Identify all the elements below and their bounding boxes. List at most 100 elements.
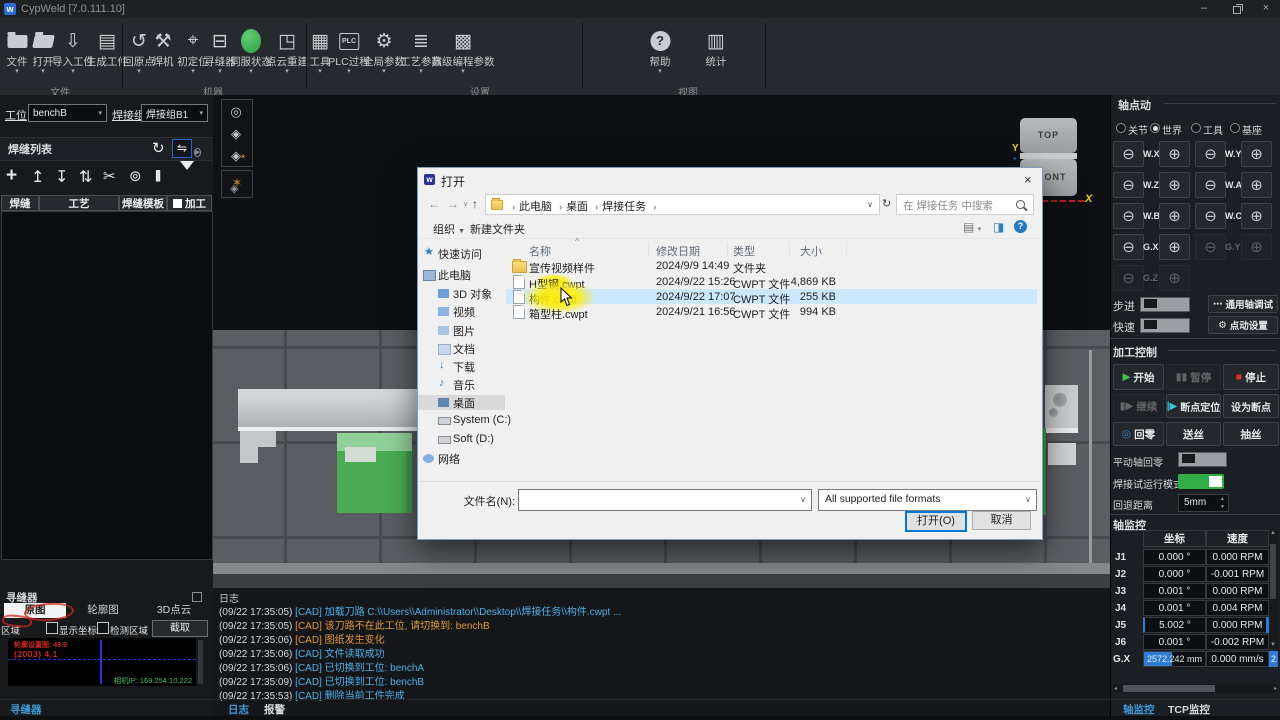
ribbon-advanced-params-button[interactable]: ▩ 高级编程参数▾: [432, 26, 495, 76]
dialog-help-icon[interactable]: ?: [1014, 220, 1027, 233]
jog-minus-button[interactable]: ⊖: [1113, 234, 1144, 260]
translation-home-slider[interactable]: [1178, 452, 1227, 467]
play-seams-icon[interactable]: ▶: [194, 141, 201, 159]
column-header-process[interactable]: 工艺: [39, 195, 119, 211]
checkbox-icon[interactable]: [173, 199, 182, 208]
address-dropdown-icon[interactable]: ∨: [867, 200, 873, 209]
tab-tcp-monitor[interactable]: TCP监控: [1168, 702, 1210, 717]
axis-debug-button[interactable]: ⋯ 通用轴调试: [1208, 295, 1278, 313]
fast-slider[interactable]: [1140, 318, 1190, 333]
column-header-type[interactable]: 类型: [733, 243, 755, 259]
jog-minus-button[interactable]: ⊖: [1113, 141, 1144, 167]
jog-plus-button[interactable]: ⊕: [1159, 234, 1190, 260]
weld-group-dropdown[interactable]: 焊接组B1▾: [141, 104, 208, 122]
wire-retract-button[interactable]: 抽丝: [1223, 422, 1279, 446]
stop-button[interactable]: ■停止: [1223, 364, 1279, 390]
filename-input[interactable]: ∨: [518, 489, 812, 511]
jog-mode-base-radio[interactable]: [1230, 123, 1240, 133]
sidebar-item-quick-access[interactable]: 快速访问: [438, 246, 482, 262]
sidebar-item-desktop[interactable]: 桌面: [453, 395, 475, 411]
cube-view-icon[interactable]: ◈: [221, 124, 251, 144]
column-divider[interactable]: [648, 242, 649, 255]
sidebar-item-documents[interactable]: 文档: [453, 341, 475, 357]
tab-log[interactable]: 日志: [228, 702, 249, 717]
sidebar-item-network[interactable]: 网络: [438, 451, 460, 467]
param-sliders-icon[interactable]: |||: [155, 168, 159, 182]
jog-mode-world-label[interactable]: 世界: [1162, 122, 1182, 137]
move-top-icon[interactable]: ↥: [31, 167, 44, 187]
minimize-button[interactable]: –: [1190, 0, 1218, 18]
scroll-thumb[interactable]: [1123, 685, 1215, 692]
jog-minus-button[interactable]: ⊖: [1195, 141, 1226, 167]
capture-button[interactable]: 截取: [152, 620, 208, 637]
monitor-horizontal-scrollbar[interactable]: ◂ ▸: [1113, 684, 1278, 693]
jog-plus-button[interactable]: ⊕: [1159, 141, 1190, 167]
column-header-name[interactable]: 名称: [529, 243, 551, 259]
scroll-left-icon[interactable]: ◂: [1114, 685, 1117, 692]
file-type-dropdown[interactable]: All supported file formats ∨: [818, 489, 1037, 511]
start-button[interactable]: ▶开始: [1113, 364, 1164, 390]
search-icon[interactable]: [1016, 200, 1025, 209]
jog-plus-button[interactable]: ⊕: [1241, 141, 1272, 167]
open-button[interactable]: 打开(O): [905, 511, 967, 532]
new-folder-button[interactable]: 新建文件夹: [470, 221, 525, 237]
ribbon-welder-button[interactable]: ⚒ 焊机: [153, 26, 174, 68]
sidebar-item-system-c[interactable]: System (C:): [453, 414, 511, 426]
search-box[interactable]: 在 焊接任务 中搜索: [896, 194, 1034, 215]
refresh-icon[interactable]: ↻: [152, 139, 165, 157]
column-header-template[interactable]: 焊缝模板: [119, 195, 167, 211]
jog-minus-button[interactable]: ⊖: [1113, 172, 1144, 198]
swap-order-icon[interactable]: ⇅: [79, 167, 92, 187]
jog-minus-button[interactable]: ⊖: [1113, 203, 1144, 229]
jog-plus-button[interactable]: ⊕: [1241, 172, 1272, 198]
restore-button[interactable]: [1222, 0, 1250, 18]
seam-finder-scrollbar[interactable]: [198, 640, 203, 684]
tab-axis-monitor[interactable]: 轴监控: [1123, 702, 1155, 717]
sidebar-item-downloads[interactable]: 下载: [453, 359, 475, 375]
address-bar[interactable]: ›此电脑 ›桌面 ›焊接任务 › ∨: [485, 194, 880, 215]
workpiece-view-icon[interactable]: ◈✶: [221, 146, 251, 166]
close-button[interactable]: ×: [1252, 0, 1280, 18]
move-bottom-icon[interactable]: ↧: [55, 167, 68, 187]
jog-mode-joint-radio[interactable]: [1116, 123, 1126, 133]
monitor-vertical-scrollbar[interactable]: ▲ ▼: [1269, 530, 1278, 648]
tab-alarm[interactable]: 报警: [264, 702, 285, 717]
tab-contour-image[interactable]: 轮廓图: [70, 603, 136, 618]
column-header-size[interactable]: 大小: [800, 243, 822, 259]
dialog-close-icon[interactable]: ×: [1024, 172, 1032, 187]
ribbon-open-button[interactable]: 打开▾: [33, 26, 54, 76]
spinner-arrows-icon[interactable]: ▲▼: [1220, 495, 1225, 511]
sidebar-item-soft-d[interactable]: Soft (D:): [453, 433, 494, 445]
jog-minus-button[interactable]: ⊖: [1195, 203, 1226, 229]
forward-icon[interactable]: →: [447, 197, 459, 211]
set-breakpoint-button[interactable]: 设为断点: [1223, 394, 1279, 418]
column-divider[interactable]: [727, 242, 728, 255]
jog-plus-button[interactable]: ⊕: [1241, 203, 1272, 229]
dryrun-toggle[interactable]: [1178, 474, 1224, 489]
scroll-down-icon[interactable]: ▼: [1270, 642, 1276, 648]
filter-icon[interactable]: [180, 170, 194, 188]
seam-list-body[interactable]: [1, 211, 213, 560]
file-row-name[interactable]: 箱型柱.cwpt: [529, 306, 588, 322]
view-mode-icon[interactable]: ▤ ▾: [963, 220, 981, 234]
torch-icon[interactable]: ✶◈: [221, 170, 253, 198]
ribbon-global-params-button[interactable]: ⚙ 全局参数▾: [363, 26, 405, 76]
fit-view-icon[interactable]: ◎: [221, 102, 251, 122]
wire-feed-button[interactable]: 送丝: [1166, 422, 1221, 446]
breadcrumb-this-pc[interactable]: 此电脑: [519, 201, 552, 213]
breadcrumb-desktop[interactable]: 桌面: [566, 201, 588, 213]
tab-3d-pointcloud[interactable]: 3D点云: [140, 603, 208, 618]
chevron-down-icon[interactable]: ∨: [800, 495, 806, 504]
sidebar-item-this-pc[interactable]: 此电脑: [438, 267, 471, 283]
sidebar-item-3d-objects[interactable]: 3D 对象: [453, 286, 492, 302]
column-header-date[interactable]: 修改日期: [656, 243, 700, 259]
jog-minus-button[interactable]: ⊖: [1195, 172, 1226, 198]
view-cube-top-face[interactable]: TOP: [1020, 118, 1077, 153]
ribbon-file-button[interactable]: 文件▾: [7, 26, 28, 76]
ribbon-home-origin-button[interactable]: ↺ 回原点▾: [123, 26, 155, 76]
expand-icon[interactable]: [192, 592, 202, 602]
jog-plus-button[interactable]: ⊕: [1159, 203, 1190, 229]
station-dropdown[interactable]: benchB▾: [28, 104, 107, 122]
column-header-machining[interactable]: 加工: [167, 195, 212, 211]
jog-plus-button[interactable]: ⊕: [1159, 172, 1190, 198]
